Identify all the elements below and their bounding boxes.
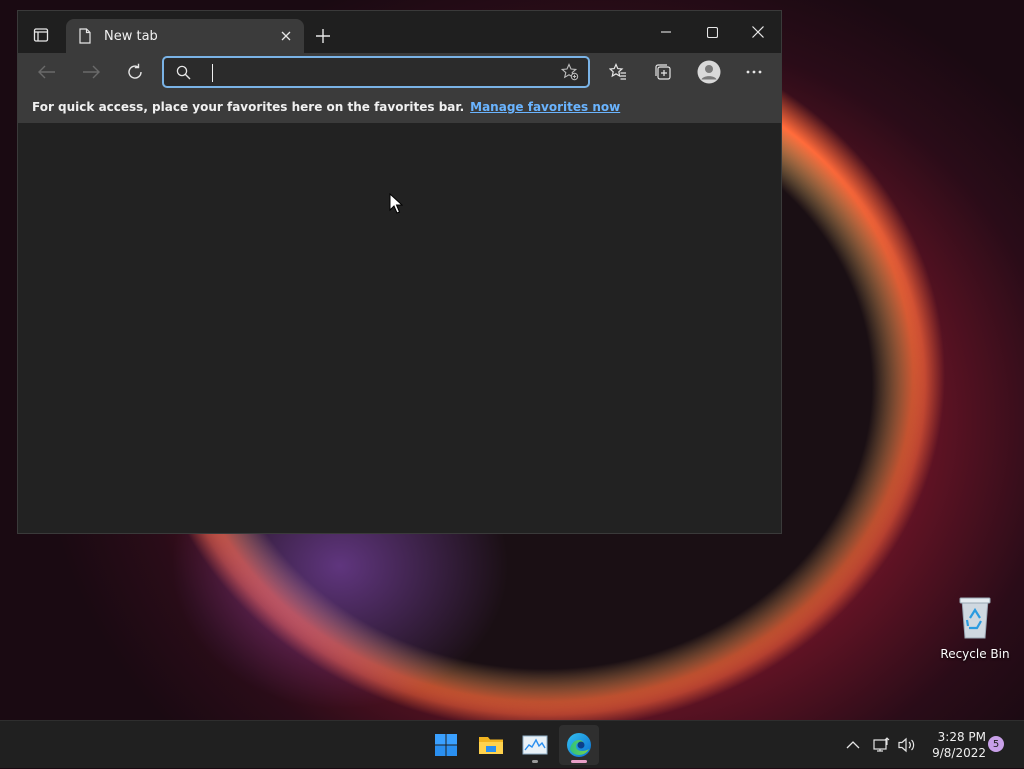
manage-favorites-link[interactable]: Manage favorites now (470, 100, 620, 114)
tab-close-icon[interactable] (278, 28, 294, 44)
collections-button[interactable] (647, 57, 679, 87)
tab-actions-icon[interactable] (24, 23, 58, 47)
address-bar[interactable] (162, 56, 590, 88)
show-hidden-icons-button[interactable] (846, 721, 860, 769)
wallpaper-glow (170, 530, 510, 710)
favorites-bar: For quick access, place your favorites h… (18, 91, 781, 124)
clock-time: 3:28 PM (937, 730, 986, 744)
recycle-bin-desktop-icon[interactable]: Recycle Bin (940, 596, 1010, 661)
browser-toolbar (18, 53, 781, 91)
tab-new-tab[interactable]: New tab (66, 19, 304, 53)
search-icon (176, 65, 198, 80)
refresh-button[interactable] (120, 57, 150, 87)
chevron-up-icon (846, 741, 860, 749)
favorites-bar-message: For quick access, place your favorites h… (32, 100, 465, 114)
edge-button[interactable] (559, 725, 599, 765)
add-favorite-icon[interactable] (556, 63, 584, 81)
recycle-bin-icon (959, 597, 991, 639)
clock-date: 9/8/2022 (932, 746, 986, 760)
recycle-bin-label: Recycle Bin (940, 647, 1010, 661)
windows-logo-icon (435, 734, 457, 756)
folder-icon (479, 737, 503, 754)
mouse-cursor-icon (389, 192, 404, 219)
new-tab-button[interactable] (312, 25, 334, 47)
volume-icon[interactable] (898, 721, 916, 769)
taskbar: 3:28 PM 9/8/2022 (0, 720, 1024, 768)
task-manager-icon (522, 735, 548, 755)
page-content[interactable] (18, 123, 781, 533)
forward-button[interactable] (76, 57, 106, 87)
file-explorer-button[interactable] (471, 725, 511, 765)
start-button[interactable] (426, 725, 466, 765)
running-indicator (532, 760, 538, 763)
favorites-button[interactable] (602, 57, 634, 87)
active-indicator (571, 760, 587, 763)
browser-window: New tab For quick access, place your fav… (17, 10, 782, 534)
tab-title: New tab (104, 28, 158, 44)
profile-avatar[interactable] (693, 57, 725, 87)
text-caret (212, 64, 213, 82)
browser-titlebar[interactable]: New tab (18, 11, 781, 53)
close-button[interactable] (735, 11, 781, 53)
settings-more-button[interactable] (738, 57, 770, 87)
maximize-button[interactable] (689, 11, 735, 53)
address-input[interactable] (206, 63, 556, 81)
clock[interactable]: 3:28 PM 9/8/2022 (926, 729, 986, 761)
edge-icon (567, 733, 591, 757)
document-icon (78, 28, 92, 44)
minimize-button[interactable] (643, 11, 689, 53)
back-button[interactable] (32, 57, 62, 87)
network-icon[interactable] (873, 721, 891, 769)
notification-badge[interactable]: 5 (988, 736, 1004, 752)
task-manager-button[interactable] (515, 725, 555, 765)
